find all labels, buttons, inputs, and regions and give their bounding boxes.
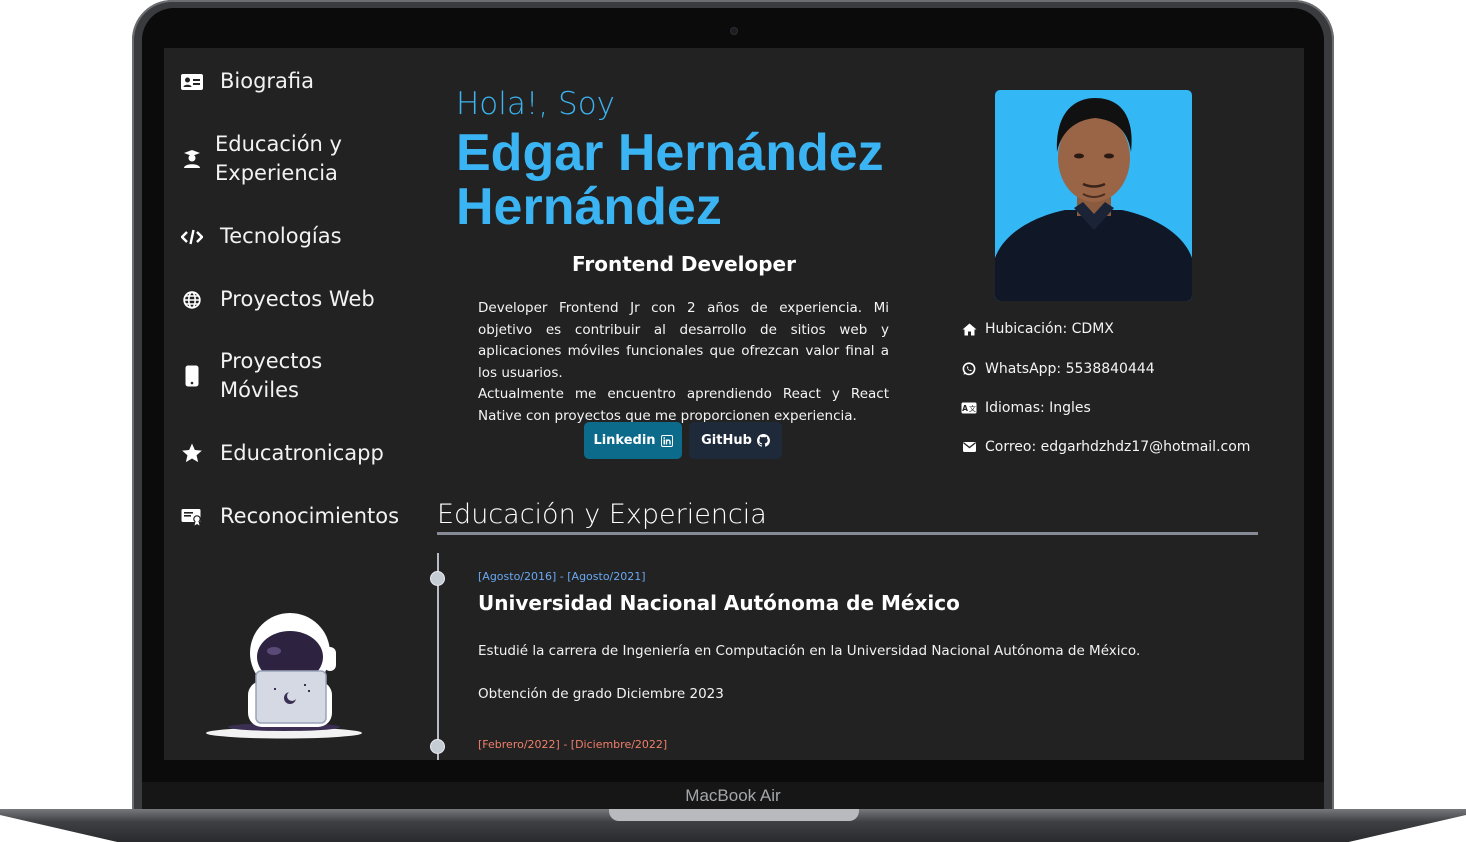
home-icon (961, 321, 977, 337)
envelope-icon (961, 439, 977, 455)
info-whatsapp: WhatsApp: 5538840444 (961, 361, 1155, 377)
hero-header: Hola!, Soy Edgar Hernández Hernández (456, 86, 884, 234)
bio-text-2: Actualmente me encuentro aprendiendo Rea… (478, 386, 889, 424)
email-text: Correo: edgarhdzhdz17@hotmail.com (985, 439, 1251, 455)
sidebar-item-proyectos-web[interactable]: Proyectos Web (180, 285, 400, 314)
sidebar-item-educatronicapp[interactable]: Educatronicapp (180, 439, 400, 468)
info-location: Hubicación: CDMX (961, 321, 1114, 337)
device-brand-label: MacBook Air (685, 786, 781, 805)
name-line-1: Edgar Hernández (456, 124, 884, 182)
location-text: Hubicación: CDMX (985, 321, 1114, 337)
education-section-title: Educación y Experiencia (437, 499, 767, 530)
github-icon (756, 434, 770, 447)
linkedin-button[interactable]: Linkedin (584, 422, 682, 459)
sidebar-item-biografia[interactable]: Biografia (180, 67, 400, 96)
sidebar-item-educacion[interactable]: Educación y Experiencia (180, 130, 395, 188)
bio-paragraph: Developer Frontend Jr con 2 años de expe… (478, 298, 889, 427)
portfolio-screen: Biografia Educación y Experiencia Tecnol… (164, 48, 1304, 760)
profile-photo (995, 90, 1192, 301)
sidebar-item-reconocimientos[interactable]: Reconocimientos (180, 502, 400, 531)
svg-text:A: A (962, 404, 968, 413)
sidebar-item-label: Biografia (220, 69, 315, 93)
sidebar-item-label: Reconocimientos (220, 504, 400, 528)
sidebar-item-proyectos-moviles[interactable]: Proyectos Móviles (180, 347, 400, 405)
whatsapp-text: WhatsApp: 5538840444 (985, 361, 1155, 377)
sidebar-item-tecnologias[interactable]: Tecnologías (180, 222, 400, 251)
job-title: Frontend Developer (572, 252, 796, 276)
astronaut-illustration (206, 613, 362, 739)
sidebar-item-label: Educación y Experiencia (215, 132, 342, 185)
languages-text: Idiomas: Ingles (985, 400, 1091, 416)
info-languages: A文 Idiomas: Ingles (961, 400, 1091, 416)
globe-icon (180, 288, 204, 312)
bio-text-1: Developer Frontend Jr con 2 años de expe… (478, 300, 889, 381)
greeting-text: Hola!, Soy (456, 86, 616, 122)
code-icon (180, 225, 204, 249)
sidebar-item-label: Proyectos Móviles (220, 349, 323, 402)
timeline-dot (430, 571, 445, 586)
full-name-heading: Edgar Hernández Hernández (456, 126, 884, 234)
timeline-title: Universidad Nacional Autónoma de México (478, 591, 960, 615)
svg-text:文: 文 (969, 404, 976, 413)
linkedin-icon (660, 434, 673, 447)
sidebar-item-label: Proyectos Web (220, 287, 375, 311)
id-card-icon (180, 70, 204, 94)
sidebar-nav: Biografia Educación y Experiencia Tecnol… (164, 48, 424, 760)
language-icon: A文 (961, 400, 977, 416)
timeline-description: Estudié la carrera de Ingeniería en Comp… (478, 643, 1141, 659)
info-email: Correo: edgarhdzhdz17@hotmail.com (961, 439, 1250, 455)
timeline-description: Obtención de grado Diciembre 2023 (478, 686, 724, 702)
graduate-icon (180, 147, 204, 171)
timeline-date: [Febrero/2022] - [Diciembre/2022] (478, 738, 668, 751)
github-label: GitHub (701, 433, 752, 448)
sidebar-item-label: Educatronicapp (220, 441, 384, 465)
name-line-2: Hernández (456, 178, 722, 236)
certificate-icon (180, 505, 204, 529)
sidebar-item-label: Tecnologías (220, 224, 342, 248)
webcam (730, 27, 738, 35)
star-icon (180, 442, 204, 466)
whatsapp-icon (961, 361, 977, 377)
timeline-dot (430, 739, 445, 754)
linkedin-label: Linkedin (593, 433, 656, 448)
timeline-date: [Agosto/2016] - [Agosto/2021] (478, 570, 646, 583)
github-button[interactable]: GitHub (689, 422, 782, 459)
section-divider (437, 532, 1258, 535)
smartphone-icon (180, 364, 204, 388)
laptop-notch (609, 809, 859, 821)
